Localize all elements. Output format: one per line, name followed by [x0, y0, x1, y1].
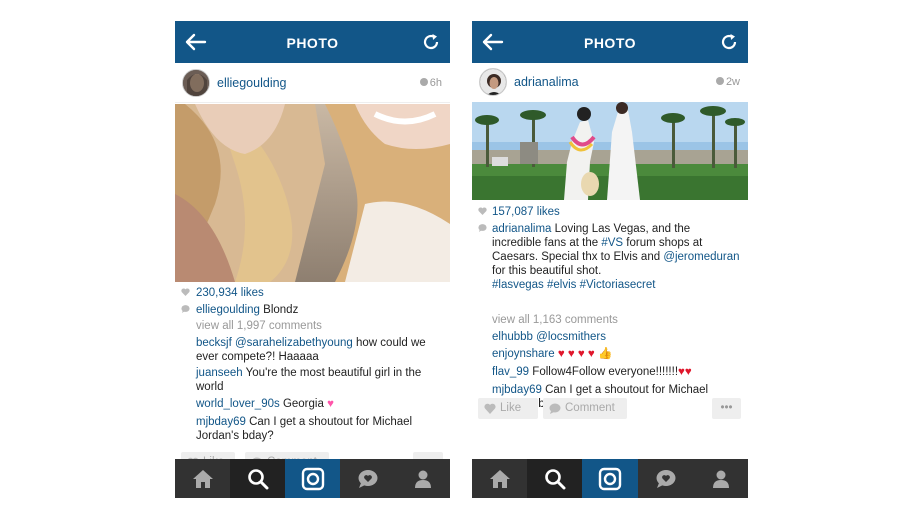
comment-text: Georgia — [279, 398, 328, 410]
tab-activity[interactable] — [340, 459, 395, 498]
caption-hashtags[interactable]: #lasvegas #elvis #Victoriasecret — [492, 279, 655, 291]
post-username[interactable]: elliegoulding — [217, 76, 287, 90]
heart-emoji: ♥ ♥ ♥ ♥ — [557, 348, 595, 360]
comment-mention[interactable]: @sarahelizabethyoung — [235, 337, 353, 349]
tab-search[interactable] — [527, 459, 582, 498]
post-header: elliegoulding 6h — [175, 63, 450, 103]
tab-camera[interactable] — [285, 459, 340, 498]
top-bar: PHOTO — [472, 21, 748, 63]
post-meta: 157,087 likes adrianalima Loving Las Veg… — [472, 202, 748, 410]
camera-icon — [301, 467, 324, 490]
profile-icon — [712, 470, 729, 488]
more-options-button[interactable]: ••• — [712, 398, 741, 419]
tab-search[interactable] — [230, 459, 285, 498]
caption-text: for this beautiful shot. — [492, 265, 602, 277]
like-label: Like — [500, 402, 522, 414]
view-all-comments[interactable]: view all 1,163 comments — [492, 313, 742, 327]
post-photo[interactable] — [175, 104, 450, 282]
tab-activity[interactable] — [638, 459, 693, 498]
top-bar: PHOTO — [175, 21, 450, 63]
avatar[interactable] — [479, 68, 507, 96]
caption-hashtag[interactable]: #VS — [601, 237, 623, 249]
post-photo[interactable] — [472, 102, 748, 200]
comment-username[interactable]: mjbday69 — [196, 416, 246, 428]
home-icon — [192, 469, 213, 488]
comment-username[interactable]: elhubbb — [492, 331, 533, 343]
tab-bar — [175, 459, 450, 498]
heart-emoji: ♥♥ — [678, 366, 692, 378]
tab-home[interactable] — [472, 459, 527, 498]
tab-home[interactable] — [175, 459, 230, 498]
comment-icon — [549, 403, 561, 414]
clock-icon — [715, 77, 724, 85]
caption: elliegoulding Blondz — [196, 303, 444, 317]
comment-username[interactable]: enjoynshare — [492, 348, 555, 360]
activity-icon — [656, 469, 675, 488]
post-time: 6h — [419, 77, 442, 89]
avatar[interactable] — [182, 69, 210, 97]
comment-label: Comment — [565, 402, 615, 414]
comment-mention[interactable]: @locsmithers — [536, 331, 606, 343]
home-icon — [489, 469, 510, 488]
refresh-icon[interactable] — [720, 33, 738, 51]
post-time-text: 2w — [725, 76, 740, 88]
post-header: adrianalima 2w — [472, 63, 748, 102]
search-icon — [247, 468, 268, 489]
view-all-comments[interactable]: view all 1,997 comments — [196, 319, 444, 333]
heart-icon — [484, 403, 496, 414]
phone-screen-left: PHOTO elliegoulding 6h 230,934 likes ell… — [175, 21, 450, 498]
search-icon — [544, 468, 565, 489]
comment-username[interactable]: flav_99 — [492, 366, 529, 378]
tab-camera[interactable] — [582, 459, 638, 498]
profile-icon — [414, 470, 431, 488]
comment-username[interactable]: mjbday69 — [492, 384, 542, 396]
like-button[interactable]: Like — [478, 398, 538, 419]
heart-icon — [478, 207, 487, 215]
post-actions: Like Comment ••• — [472, 398, 748, 420]
page-title: PHOTO — [583, 35, 637, 51]
heart-icon — [181, 288, 190, 296]
likes-count[interactable]: 157,087 likes — [492, 205, 742, 219]
caption: adrianalima Loving Las Vegas, and the in… — [492, 222, 742, 292]
comment-username[interactable]: becksjf — [196, 337, 232, 349]
comment-text: Follow4Follow everyone!!!!!!! — [529, 366, 679, 378]
tab-profile[interactable] — [395, 459, 450, 498]
clock-icon — [419, 78, 428, 86]
caption-text: Blondz — [263, 304, 299, 316]
tab-profile[interactable] — [693, 459, 748, 498]
post-time: 2w — [715, 76, 740, 88]
camera-icon — [598, 467, 622, 490]
comment: juanseeh You're the most beautiful girl … — [196, 366, 444, 394]
post-meta: 230,934 likes elliegoulding Blondz view … — [175, 283, 450, 453]
page-title: PHOTO — [286, 35, 339, 51]
tab-bar — [472, 459, 748, 498]
caption-username[interactable]: elliegoulding — [196, 304, 260, 316]
comment: becksjf @sarahelizabethyoung how could w… — [196, 336, 444, 364]
activity-icon — [358, 469, 377, 488]
comment-icon — [478, 224, 487, 232]
post-username[interactable]: adrianalima — [514, 75, 579, 89]
comment: elhubbb @locsmithers — [492, 330, 742, 344]
refresh-icon[interactable] — [422, 33, 440, 51]
phone-screen-right: PHOTO adrianalima 2w 157,087 likes adria… — [472, 21, 748, 498]
comment: flav_99 Follow4Follow everyone!!!!!!!♥♥ — [492, 365, 742, 379]
comment-username[interactable]: juanseeh — [196, 367, 243, 379]
comment: enjoynshare ♥ ♥ ♥ ♥ 👍 — [492, 347, 742, 361]
heart-emoji: ♥ — [327, 398, 334, 410]
comment-username[interactable]: world_lover_90s — [196, 398, 280, 410]
caption-mention[interactable]: @jeromeduran — [663, 251, 739, 263]
comment-button[interactable]: Comment — [543, 398, 627, 419]
comment: world_lover_90s Georgia ♥ — [196, 397, 444, 411]
thumbs-up-emoji: 👍 — [597, 348, 613, 360]
likes-count[interactable]: 230,934 likes — [196, 286, 444, 300]
comment-icon — [181, 305, 190, 313]
caption-username[interactable]: adrianalima — [492, 223, 551, 235]
post-time-text: 6h — [429, 77, 442, 89]
comment: mjbday69 Can I get a shoutout for Michae… — [196, 415, 444, 443]
